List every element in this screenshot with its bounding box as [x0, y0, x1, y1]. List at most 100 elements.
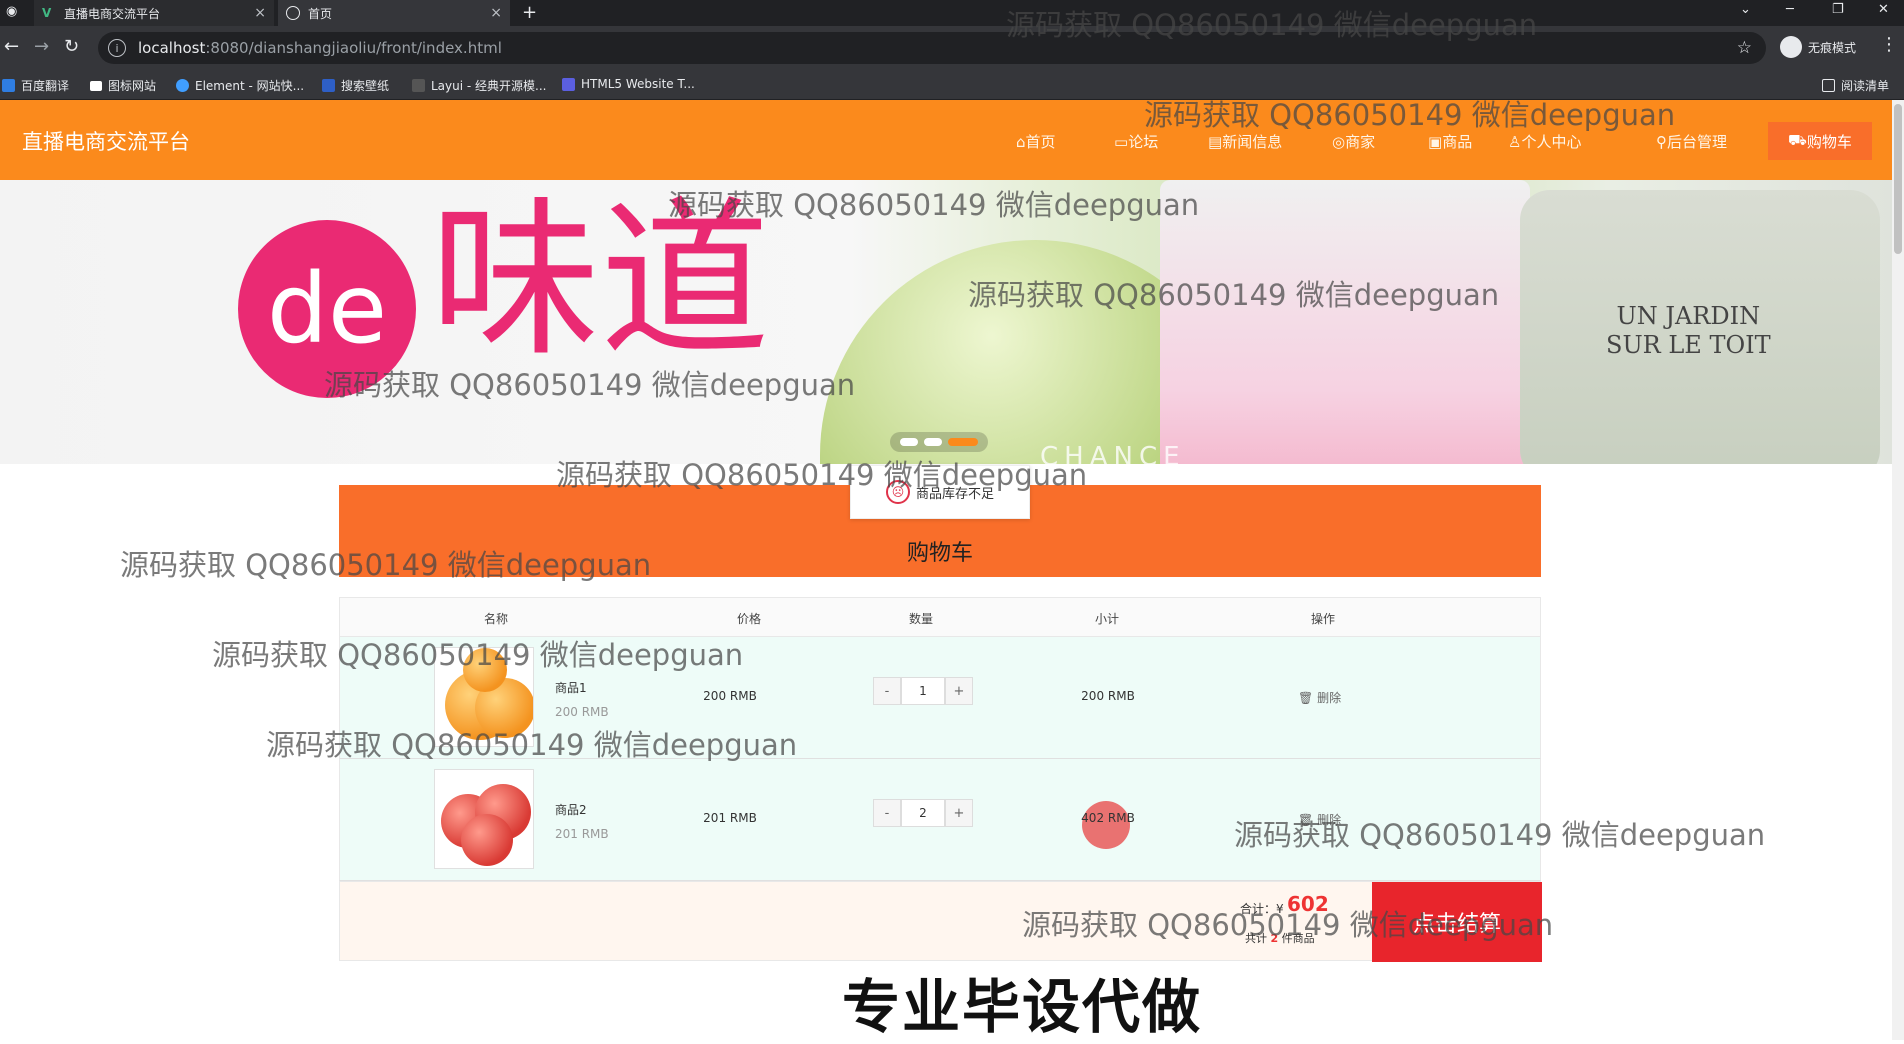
increment-button[interactable]: +: [945, 799, 973, 827]
product-image-apple[interactable]: [434, 769, 534, 869]
reading-list[interactable]: 阅读清单: [1822, 77, 1889, 94]
layui-icon: [412, 79, 425, 92]
bookmark-item[interactable]: 百度翻译: [2, 77, 69, 94]
bookmark-label: Layui - 经典开源模...: [431, 79, 547, 93]
product-name[interactable]: 商品2: [555, 801, 587, 818]
bookmark-item[interactable]: 图标网站: [90, 77, 156, 94]
column-header: 名称: [483, 612, 509, 626]
nav-products[interactable]: ▣商品: [1428, 131, 1472, 152]
nav-cart[interactable]: ⛟ 购物车: [1768, 122, 1872, 160]
nav-home[interactable]: ⌂首页: [1016, 131, 1056, 152]
bookmark-item[interactable]: 搜索壁纸: [322, 77, 389, 94]
close-window-icon[interactable]: ✕: [1878, 2, 1889, 17]
url-path: :8080/dianshangjiaoliu/front/index.html: [205, 39, 502, 57]
reading-list-label: 阅读清单: [1841, 79, 1890, 93]
site-logo[interactable]: 直播电商交流平台: [22, 126, 190, 156]
quantity-input[interactable]: 2: [901, 799, 945, 827]
tab-title: 首页: [308, 6, 333, 21]
checkout-button[interactable]: 点击结算: [1372, 882, 1542, 962]
back-icon[interactable]: ←: [4, 36, 19, 57]
delete-button[interactable]: 🗑 删除: [1298, 811, 1341, 828]
product-image-orange[interactable]: [434, 647, 534, 747]
more-icon[interactable]: ⋮: [1880, 34, 1898, 55]
forward-icon[interactable]: →: [34, 36, 49, 57]
nav-profile[interactable]: ♙个人中心: [1508, 131, 1581, 152]
nav-news[interactable]: ▤新闻信息: [1208, 131, 1282, 152]
click-indicator: [1082, 801, 1130, 849]
subtotal-cell: 402 RMB: [1081, 811, 1135, 825]
perfume-bottle-pink: [1160, 180, 1530, 464]
stock-toast: ☹ 商品库存不足: [850, 465, 1030, 519]
reading-list-icon: [1822, 79, 1835, 92]
delete-label: 删除: [1317, 691, 1342, 705]
nav-admin[interactable]: ⚲后台管理: [1656, 131, 1727, 152]
quantity-stepper: - 2 +: [873, 799, 973, 827]
wallpaper-icon: [322, 79, 335, 92]
bookmark-item[interactable]: HTML5 Website T...: [562, 77, 695, 91]
promo-caption: 专业毕设代做: [842, 973, 1203, 1041]
star-icon[interactable]: ☆: [1737, 38, 1752, 58]
scrollbar[interactable]: [1892, 100, 1904, 1040]
chevron-down-icon[interactable]: ⌄: [1740, 2, 1751, 17]
info-icon[interactable]: i: [108, 39, 126, 57]
vue-icon: V: [42, 6, 52, 20]
minimize-icon[interactable]: ─: [1786, 2, 1794, 17]
scrollbar-thumb[interactable]: [1894, 104, 1902, 254]
delete-button[interactable]: 🗑 删除: [1298, 689, 1341, 706]
nav-label: 新闻信息: [1222, 133, 1283, 151]
cart-icon: ⛟: [1788, 131, 1807, 149]
nav-label: 购物车: [1806, 132, 1852, 151]
column-header: 操作: [1310, 612, 1336, 626]
carousel-dot-active[interactable]: [948, 438, 978, 446]
column-header: 小计: [1094, 612, 1120, 626]
decrement-button[interactable]: -: [873, 799, 901, 827]
delete-label: 删除: [1317, 813, 1342, 827]
bookmark-label: 图标网站: [108, 79, 157, 93]
nav-merchants[interactable]: ◎商家: [1332, 131, 1375, 152]
column-header: 价格: [736, 612, 762, 626]
new-tab-icon[interactable]: +: [522, 2, 537, 23]
bookmarks-bar: 百度翻译 图标网站 Element - 网站快... 搜索壁纸 Layui - …: [0, 70, 1904, 100]
increment-button[interactable]: +: [945, 677, 973, 705]
site-header: 直播电商交流平台 ⌂首页 ▭论坛 ▤新闻信息 ◎商家 ▣商品 ♙个人中心 ⚲后台…: [0, 100, 1892, 180]
bookmark-label: 百度翻译: [21, 79, 70, 93]
globe-icon: [286, 6, 300, 20]
incognito-indicator[interactable]: 无痕模式: [1780, 36, 1856, 58]
trash-icon: 🗑: [1298, 813, 1314, 827]
reload-icon[interactable]: ↻: [64, 36, 79, 57]
product-name[interactable]: 商品1: [555, 679, 587, 696]
sad-face-icon: ☹: [885, 480, 910, 504]
banner-logo-circle: de: [238, 220, 416, 398]
close-icon[interactable]: ×: [490, 5, 502, 21]
bookmark-item[interactable]: Element - 网站快...: [176, 77, 304, 94]
tab-platform[interactable]: V 直播电商交流平台 ×: [34, 0, 274, 26]
count-value: 2: [1270, 932, 1279, 945]
address-bar[interactable]: i localhost:8080/dianshangjiaoliu/front/…: [98, 32, 1766, 64]
incognito-icon: [1780, 36, 1802, 58]
quantity-input[interactable]: 1: [901, 677, 945, 705]
bookmark-label: Element - 网站快...: [195, 79, 305, 93]
browser-toolbar: ← → ↻ i localhost:8080/dianshangjiaoliu/…: [0, 26, 1904, 70]
subtotal-cell: 200 RMB: [1081, 689, 1135, 703]
carousel-dot[interactable]: [900, 438, 918, 446]
restore-icon[interactable]: ❐: [1832, 2, 1844, 17]
browser-menu-icon[interactable]: ◉: [6, 4, 17, 19]
close-icon[interactable]: ×: [254, 5, 266, 21]
cart-title: 购物车: [906, 541, 973, 566]
decrement-button[interactable]: -: [873, 677, 901, 705]
cart-summary: 合计：¥ 602 共计 2 件商品 点击结算: [339, 881, 1542, 962]
tab-home[interactable]: 首页 ×: [278, 0, 510, 26]
product-unit-price: 200 RMB: [555, 705, 609, 719]
bookmark-item[interactable]: Layui - 经典开源模...: [412, 77, 546, 94]
trash-icon: 🗑: [1298, 691, 1314, 705]
banner-carousel[interactable]: de 味道 UN JARDIN SUR LE TOIT CHANCE: [0, 180, 1892, 464]
table-row: 商品1 200 RMB 200 RMB - 1 + 200 RMB 🗑 删除: [339, 637, 1541, 759]
banner-word: 味道: [430, 182, 771, 380]
nav-label: 后台管理: [1667, 133, 1728, 151]
browser-tab-bar: ◉ V 直播电商交流平台 × 首页 × + ⌄ ─ ❐ ✕: [0, 0, 1904, 26]
flag-icon: [90, 80, 102, 91]
nav-forum[interactable]: ▭论坛: [1114, 131, 1158, 152]
translate-icon: [2, 79, 15, 92]
nav-label: 商家: [1345, 133, 1376, 151]
carousel-dot[interactable]: [924, 438, 942, 446]
